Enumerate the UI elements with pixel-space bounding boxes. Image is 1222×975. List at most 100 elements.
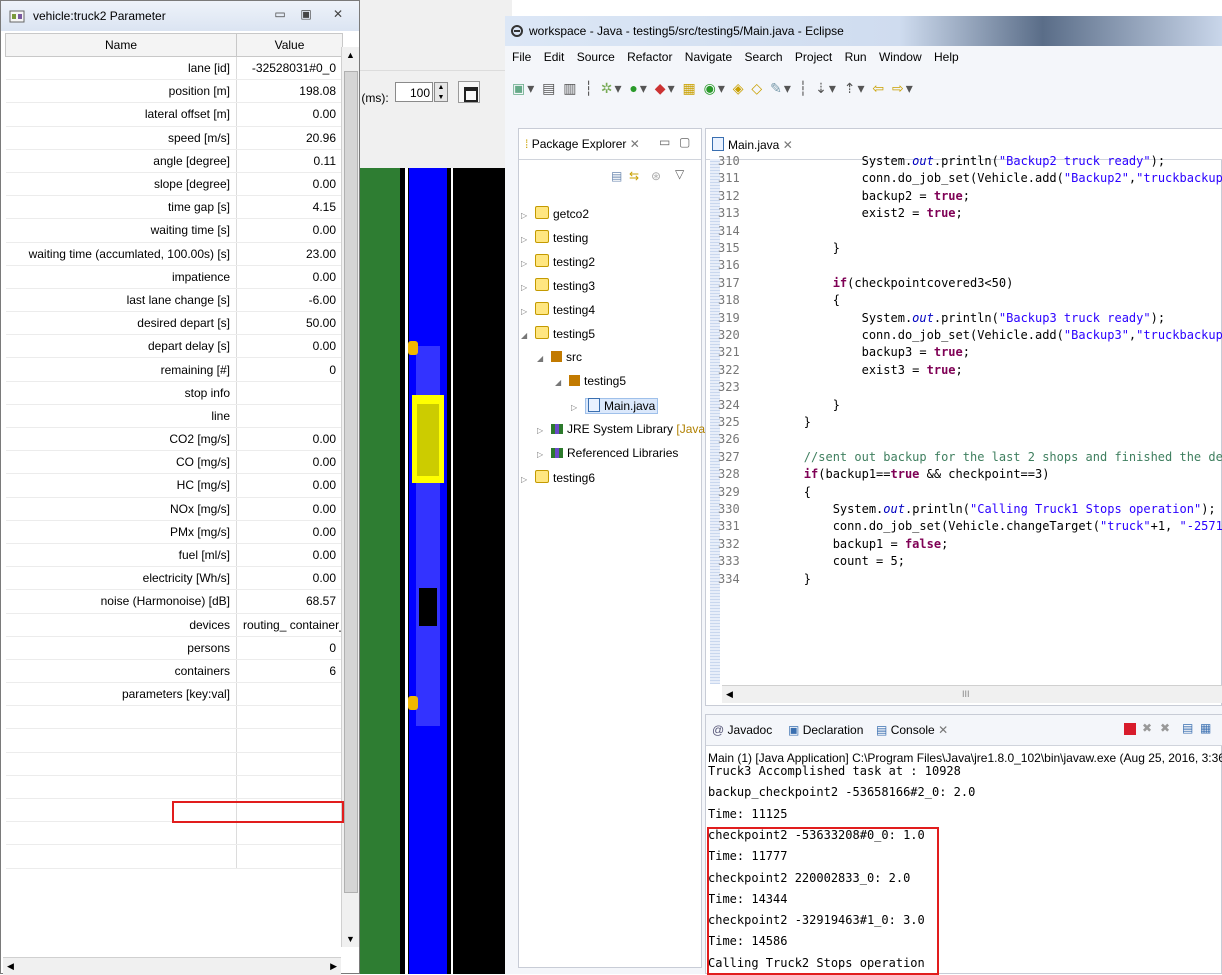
parameter-row[interactable]: time gap [s] 4.15 — [5, 195, 343, 220]
collapse-all-icon[interactable]: ▤ — [611, 169, 622, 183]
collapse-icon[interactable]: ◢ — [521, 331, 535, 340]
scroll-up-icon[interactable]: ▲ — [342, 47, 359, 63]
debug-icon[interactable]: ✲ — [601, 80, 615, 96]
menu-run[interactable]: Run — [845, 50, 867, 64]
code-line[interactable]: 310 System.out.println("Backup2 truck re… — [718, 153, 1165, 170]
tree-item-referenced-libraries[interactable]: ▷ Referenced Libraries — [537, 446, 678, 460]
parameter-row[interactable] — [5, 705, 343, 730]
tab-package-explorer[interactable]: ⁞ Package Explorer ✕ — [525, 137, 640, 151]
parameter-row[interactable]: NOx [mg/s] 0.00 — [5, 497, 343, 521]
selected-file[interactable]: Main.java — [585, 398, 659, 414]
tree-item-testing6[interactable]: ▷ testing6 — [521, 470, 595, 485]
parameter-row[interactable]: position [m] 198.08 — [5, 79, 343, 104]
parameter-row[interactable]: line — [5, 404, 343, 429]
remove-all-icon[interactable]: ✖ — [1160, 721, 1170, 735]
menu-file[interactable]: File — [512, 50, 531, 64]
link-editor-icon[interactable]: ⇆ — [629, 169, 639, 183]
prev-annotation-icon[interactable]: ⇡ — [844, 80, 858, 96]
parameter-row[interactable]: desired depart [s] 50.00 — [5, 311, 343, 336]
collapse-icon[interactable]: ◢ — [555, 378, 569, 387]
code-line[interactable]: 322 exist3 = true; — [718, 362, 963, 379]
parameter-row[interactable]: CO [mg/s] 0.00 — [5, 450, 343, 475]
code-line[interactable]: 312 backup2 = true; — [718, 188, 970, 205]
tree-item-src[interactable]: ◢ src — [537, 350, 582, 364]
code-line[interactable]: 328 if(backup1==true && checkpoint==3) — [718, 466, 1049, 483]
parameter-row[interactable]: remaining [#] 0 — [5, 357, 343, 382]
parameter-row[interactable]: containers 6 — [5, 659, 343, 684]
print-icon[interactable]: ▥ — [563, 80, 578, 96]
code-line[interactable]: 327 //sent out backup for the last 2 sho… — [718, 449, 1222, 466]
tree-item-main-java[interactable]: ▷ Main.java — [571, 398, 659, 414]
horizontal-scrollbar[interactable]: ◀ ▶ — [3, 957, 341, 975]
menu-source[interactable]: Source — [577, 50, 615, 64]
scroll-down-icon[interactable]: ▼ — [342, 931, 359, 947]
code-line[interactable]: 324 } — [718, 397, 840, 414]
expand-icon[interactable]: ▷ — [521, 259, 535, 268]
expand-icon[interactable]: ▷ — [521, 307, 535, 316]
expand-icon[interactable]: ▷ — [537, 450, 551, 459]
view-menu-icon[interactable]: ▽ — [675, 167, 684, 181]
code-line[interactable]: 316 — [718, 257, 746, 274]
tree-item-package-testing5[interactable]: ◢ testing5 — [555, 374, 626, 388]
new-java-project-icon[interactable]: ▦ — [682, 80, 697, 96]
parameter-row[interactable]: speed [m/s] 20.96 — [5, 126, 343, 150]
expand-icon[interactable]: ▷ — [521, 283, 535, 292]
clear-console-icon[interactable]: ▤ — [1182, 721, 1193, 735]
menu-window[interactable]: Window — [879, 50, 922, 64]
code-line[interactable]: 311 conn.do_job_set(Vehicle.add("Backup2… — [718, 170, 1222, 187]
scroll-left-icon[interactable]: ◀ — [7, 958, 14, 975]
delay-spinner[interactable]: ▲ ▼ — [434, 82, 448, 102]
scroll-right-icon[interactable]: ▶ — [330, 958, 337, 975]
run-icon[interactable]: ● — [629, 80, 639, 96]
parameter-row[interactable] — [5, 728, 343, 753]
menu-project[interactable]: Project — [795, 50, 832, 64]
menu-edit[interactable]: Edit — [544, 50, 565, 64]
parameter-row[interactable]: depart delay [s] 0.00 — [5, 334, 343, 359]
scrollbar-thumb[interactable] — [344, 71, 358, 893]
minimize-view-icon[interactable]: ▭ — [659, 135, 670, 149]
menu-help[interactable]: Help — [934, 50, 959, 64]
code-line[interactable]: 326 — [718, 431, 746, 448]
maximize-button[interactable]: ▣ — [295, 5, 317, 23]
save-icon[interactable]: ▤ — [542, 80, 557, 96]
parameter-row[interactable] — [5, 844, 343, 869]
eclipse-toolbar[interactable]: ▣▾ ▤ ▥ ┆ ✲▾ ●▾ ◆▾ ▦ ◉▾ ◈ ◇ ✎▾ ┆ ⇣▾ ⇡▾ ⇦ … — [512, 80, 1217, 106]
tree-item-getco2[interactable]: ▷ getco2 — [521, 206, 589, 221]
tree-item-testing5[interactable]: ◢ testing5 — [521, 326, 595, 341]
collapse-icon[interactable]: ◢ — [537, 354, 551, 363]
parameter-row[interactable]: last lane change [s] -6.00 — [5, 288, 343, 313]
tree-item-testing3[interactable]: ▷ testing3 — [521, 278, 595, 293]
simulation-view[interactable] — [340, 168, 512, 974]
code-line[interactable]: 313 exist2 = true; — [718, 205, 963, 222]
parameter-row[interactable]: impatience 0.00 — [5, 265, 343, 289]
parameter-row[interactable]: waiting time (accumlated, 100.00s) [s] 23… — [5, 242, 343, 266]
parameter-row[interactable]: parameters [key:val] — [5, 682, 343, 707]
code-line[interactable]: 332 backup1 = false; — [718, 536, 948, 553]
code-line[interactable]: 334 } — [718, 571, 811, 588]
expand-icon[interactable]: ▷ — [521, 235, 535, 244]
code-line[interactable]: 333 count = 5; — [718, 553, 905, 570]
expand-icon[interactable]: ▷ — [521, 211, 535, 220]
focus-icon[interactable]: ⊛ — [651, 169, 661, 183]
scroll-left-icon[interactable]: ◀ — [726, 686, 733, 703]
back-icon[interactable]: ⇦ — [872, 80, 886, 96]
code-line[interactable]: 331 conn.do_job_set(Vehicle.changeTarget… — [718, 518, 1222, 535]
parameter-row[interactable]: angle [degree] 0.11 — [5, 149, 343, 173]
parameter-row[interactable] — [5, 752, 343, 776]
expand-icon[interactable]: ▷ — [537, 426, 551, 435]
parameter-row[interactable]: waiting time [s] 0.00 — [5, 218, 343, 243]
code-line[interactable]: 330 System.out.println("Calling Truck1 S… — [718, 501, 1216, 518]
expand-icon[interactable]: ▷ — [521, 475, 535, 484]
code-line[interactable]: 320 conn.do_job_set(Vehicle.add("Backup3… — [718, 327, 1222, 344]
minimize-button[interactable]: ▭ — [269, 5, 291, 23]
code-line[interactable]: 329 { — [718, 484, 811, 501]
tree-item-testing[interactable]: ▷ testing — [521, 230, 588, 245]
menu-search[interactable]: Search — [745, 50, 783, 64]
expand-icon[interactable]: ▷ — [571, 403, 585, 412]
code-line[interactable]: 317 if(checkpointcovered3<50) — [718, 275, 1013, 292]
tab-declaration[interactable]: ▣ Declaration — [788, 723, 863, 737]
tab-console[interactable]: ▤ Console ✕ — [876, 723, 948, 737]
code-line[interactable]: 314 — [718, 223, 746, 240]
parameter-row[interactable]: HC [mg/s] 0.00 — [5, 473, 343, 498]
code-line[interactable]: 323 — [718, 379, 746, 396]
